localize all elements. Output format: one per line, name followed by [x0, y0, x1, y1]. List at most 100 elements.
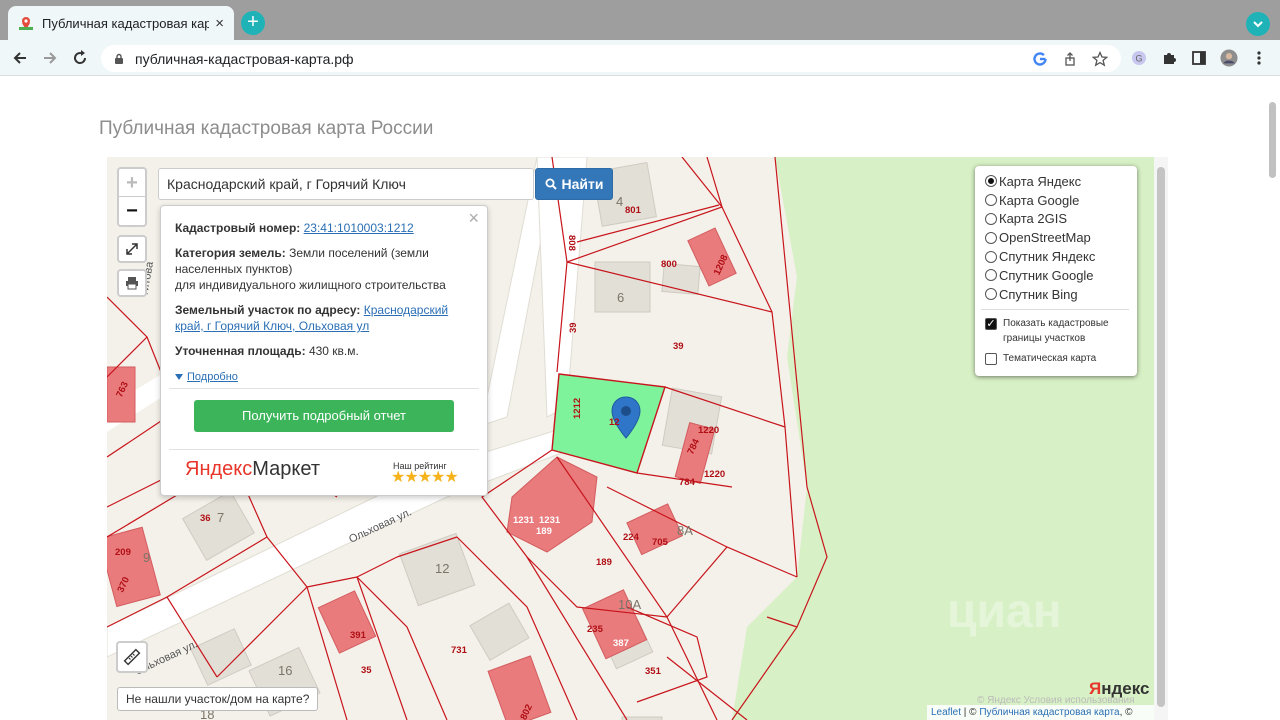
layer-option-google-map[interactable]: Карта Google	[985, 191, 1137, 210]
back-arrow-icon[interactable]	[10, 48, 30, 68]
zoom-out-button[interactable]: −	[119, 197, 145, 225]
zoom-in-button[interactable]: +	[119, 169, 145, 197]
layer-option-yandex-satellite[interactable]: Спутник Яндекс	[985, 247, 1137, 266]
label-1212: 1212	[572, 398, 583, 419]
map-attribution: Leaflet | © Публичная кадастровая карта,…	[927, 705, 1154, 720]
printer-icon	[126, 277, 138, 290]
tab-search-button[interactable]	[1246, 12, 1270, 36]
radio-icon	[985, 194, 997, 207]
search-button-label: Найти	[561, 176, 604, 192]
fullscreen-button[interactable]	[117, 235, 147, 263]
details-toggle[interactable]: Подробно	[175, 369, 238, 385]
lock-icon	[115, 53, 123, 64]
label-189a: 189	[536, 526, 552, 537]
layer-option-osm[interactable]: OpenStreetMap	[985, 228, 1137, 247]
layer-option-google-satellite[interactable]: Спутник Google	[985, 266, 1137, 285]
label-784b: 784	[679, 477, 696, 488]
page-title: Публичная кадастровая карта России	[99, 118, 434, 139]
layer-option-bing-satellite[interactable]: Спутник Bing	[985, 285, 1137, 304]
area-value: 430 кв.м.	[308, 344, 359, 358]
cadastral-number-link[interactable]: 23:41:1010003:1212	[304, 221, 414, 235]
label-731: 731	[451, 645, 468, 656]
not-found-button[interactable]: Не нашли участок/дом на карте?	[117, 687, 319, 711]
label-7: 7	[217, 510, 224, 525]
watermark-cian: циан	[947, 585, 1062, 638]
map-favicon-icon	[19, 17, 33, 30]
label-391: 391	[350, 630, 367, 641]
page-scrollbar-thumb[interactable]	[1269, 102, 1276, 178]
address-bar[interactable]: публичная-кадастровая-карта.рф	[101, 45, 1121, 72]
land-category-row: Категория земель: Земли поселений (земли…	[175, 245, 473, 293]
chevron-down-icon	[1253, 21, 1263, 28]
label-16: 16	[278, 663, 292, 678]
label-12: 12	[435, 561, 449, 576]
share-icon[interactable]	[1061, 50, 1079, 68]
label-1220a: 1220	[698, 425, 719, 436]
search-button[interactable]: Найти	[535, 168, 613, 200]
cadastral-map[interactable]: 801 800 1208 808 39 39 1212 12 1220 1220…	[107, 157, 1154, 720]
parcel-info-popup: × Кадастровый номер: 23:41:1010003:1212 …	[160, 205, 488, 496]
label-9: 9	[143, 550, 150, 565]
layer-option-yandex-map[interactable]: Карта Яндекс	[985, 172, 1137, 191]
thematic-map-checkbox[interactable]: Тематическая карта	[985, 351, 1137, 366]
area-label: Уточненная площадь:	[175, 344, 306, 358]
rating-stars-icon: ★★★★★	[391, 469, 459, 486]
browser-tabstrip: Публичная кадастровая карта × +	[0, 0, 1280, 40]
browser-tab[interactable]: Публичная кадастровая карта ×	[8, 6, 234, 40]
get-report-button[interactable]: Получить подробный отчет	[194, 400, 454, 432]
menu-kebab-icon[interactable]	[1250, 49, 1268, 67]
bookmark-star-icon[interactable]	[1091, 50, 1109, 68]
extensions-puzzle-icon[interactable]	[1160, 49, 1178, 67]
label-39a: 39	[568, 322, 579, 333]
sidebar-icon[interactable]	[1190, 49, 1208, 67]
label-351: 351	[645, 666, 662, 677]
cadastral-number-row: Кадастровый номер: 23:41:1010003:1212	[175, 220, 473, 236]
cadastral-number-label: Кадастровый номер:	[175, 221, 301, 235]
address-search-input[interactable]: Краснодарский край, г Горячий Ключ	[158, 168, 534, 200]
zoom-control: + −	[117, 167, 147, 227]
land-category-use: для индивидуального жилищного строительс…	[175, 278, 446, 292]
reload-icon[interactable]	[70, 48, 90, 68]
label-387: 387	[613, 638, 629, 649]
label-1231a: 1231	[513, 515, 535, 526]
label-36: 36	[200, 513, 211, 524]
checkbox-checked-icon: ✓	[985, 317, 997, 330]
page-scrollbar[interactable]	[1264, 100, 1280, 720]
expand-icon	[126, 243, 138, 255]
map-scrollbar-thumb[interactable]	[1157, 167, 1165, 707]
label-6: 6	[617, 290, 624, 305]
yandex-logo[interactable]: Яндекс	[1089, 679, 1149, 699]
ruler-icon	[123, 648, 141, 666]
avatar[interactable]	[1220, 49, 1238, 67]
layer-option-2gis-map[interactable]: Карта 2GIS	[985, 210, 1137, 229]
label-189b: 189	[596, 557, 612, 568]
leaflet-link[interactable]: Leaflet	[931, 707, 961, 718]
url-text: публичная-кадастровая-карта.рф	[135, 50, 354, 67]
radio-icon	[985, 250, 997, 263]
browser-toolbar: публичная-кадастровая-карта.рф G	[0, 40, 1280, 76]
label-4: 4	[616, 194, 623, 209]
tab-close-icon[interactable]: ×	[215, 15, 224, 32]
measure-button[interactable]	[116, 641, 148, 673]
popup-close-icon[interactable]: ×	[468, 209, 479, 227]
tab-title: Публичная кадастровая карта	[42, 15, 210, 31]
land-category-label: Категория земель:	[175, 246, 286, 260]
google-icon[interactable]	[1031, 50, 1049, 68]
forward-arrow-icon[interactable]	[40, 48, 60, 68]
show-borders-checkbox[interactable]: ✓ Показать кадастровые границы участков	[985, 316, 1137, 346]
label-209: 209	[115, 547, 131, 558]
label-39b: 39	[673, 341, 684, 352]
profile-extension-icon[interactable]: G	[1130, 49, 1148, 67]
label-8a: 8А	[677, 523, 693, 538]
label-800: 800	[661, 259, 677, 270]
address-row: Земельный участок по адресу: Краснодарск…	[175, 302, 473, 334]
radio-icon	[985, 231, 997, 244]
yandex-market-logo[interactable]: ЯндексМаркет	[185, 459, 320, 479]
map-scrollbar[interactable]	[1154, 157, 1168, 720]
area-row: Уточненная площадь: 430 кв.м.	[175, 343, 473, 359]
print-button[interactable]	[117, 269, 147, 297]
label-1231b: 1231	[539, 515, 561, 526]
label-224: 224	[623, 532, 640, 543]
cadastral-map-link[interactable]: Публичная кадастровая карта	[979, 707, 1119, 718]
new-tab-button[interactable]: +	[241, 11, 265, 35]
